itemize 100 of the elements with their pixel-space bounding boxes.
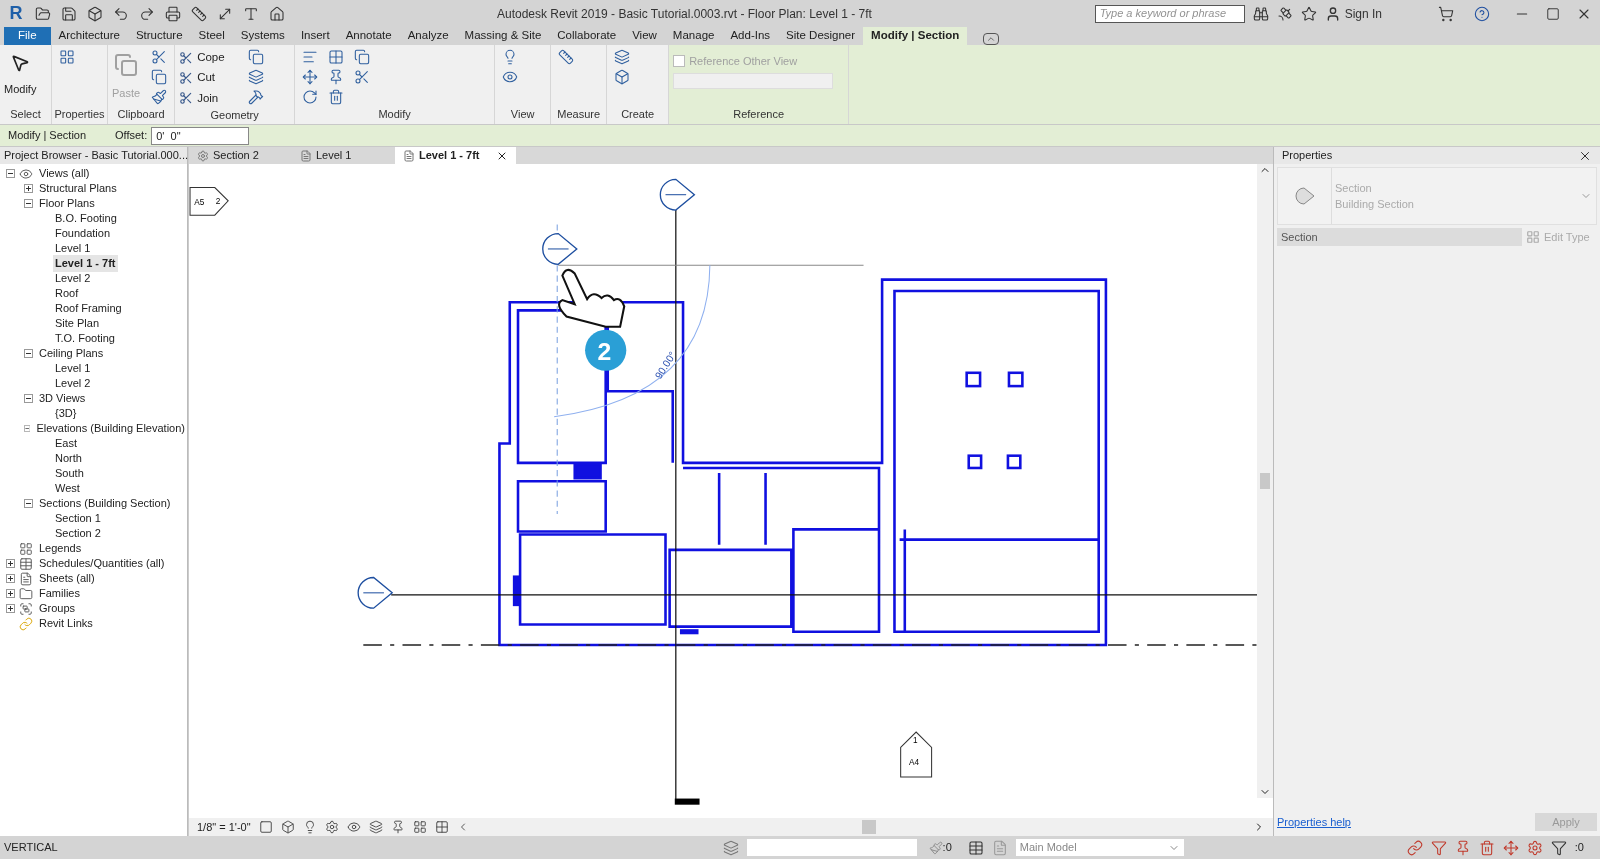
collapse-box[interactable] — [24, 349, 33, 358]
print-icon[interactable] — [165, 5, 181, 22]
expand-box[interactable] — [6, 559, 15, 568]
tree-item[interactable]: Revit Links — [37, 615, 95, 632]
ribbon-tab[interactable]: Systems — [232, 27, 293, 45]
tree-item[interactable]: Groups — [37, 600, 78, 617]
selection-option-icon[interactable] — [1502, 839, 1519, 856]
tree-item[interactable]: Schedules/Quantities (all) — [37, 555, 167, 572]
properties-help-link[interactable]: Properties help — [1277, 813, 1351, 831]
view-control-icon[interactable] — [368, 820, 383, 834]
instance-dropdown[interactable]: Section — [1277, 228, 1522, 246]
offset-field[interactable]: 0' 0" — [151, 126, 250, 145]
panel-label[interactable]: Create — [607, 105, 669, 124]
cart-icon[interactable] — [1438, 5, 1454, 22]
help-icon[interactable] — [1474, 5, 1490, 22]
tree-item[interactable]: East — [53, 435, 79, 452]
tree-item[interactable]: Ceiling Plans — [37, 345, 106, 362]
tree-item[interactable]: Floor Plans — [37, 195, 97, 212]
tree-item[interactable]: Sections (Building Section) — [37, 495, 173, 512]
tree-item[interactable]: Views (all) — [37, 165, 92, 182]
selection-option-icon[interactable] — [1430, 839, 1447, 856]
ribbon-tab[interactable]: Architecture — [50, 27, 128, 45]
tree-item[interactable]: 3D Views — [37, 390, 88, 407]
tree-item[interactable]: Roof Framing — [53, 300, 124, 317]
sign-in-button[interactable]: Sign In — [1324, 4, 1382, 23]
tree-item[interactable]: {3D} — [53, 405, 79, 422]
grid-line[interactable] — [675, 209, 677, 801]
house-icon[interactable] — [269, 5, 285, 22]
panel-label[interactable]: Select — [0, 105, 51, 124]
ribbon-tab[interactable]: File — [4, 27, 51, 45]
view-control-icon[interactable] — [324, 820, 339, 834]
tree-item[interactable]: B.O. Footing — [53, 210, 119, 227]
expand-box[interactable] — [6, 589, 15, 598]
scale-label[interactable]: 1/8" = 1'-0" — [197, 818, 251, 836]
tree-item[interactable]: Legends — [37, 540, 84, 557]
ribbon-tab[interactable]: Collaborate — [549, 27, 625, 45]
ribbon-tab[interactable]: Manage — [664, 27, 723, 45]
ribbon-tab[interactable]: Analyze — [399, 27, 457, 45]
section-head-icon[interactable] — [659, 178, 696, 211]
collapse-box[interactable] — [24, 199, 33, 208]
panel-label[interactable]: Reference — [669, 105, 849, 124]
expand-box[interactable] — [6, 604, 15, 613]
worksets-icon[interactable] — [722, 839, 739, 856]
app-logo[interactable]: R — [4, 0, 28, 27]
elevation-tag[interactable] — [189, 187, 229, 216]
binoculars-icon[interactable] — [1252, 5, 1269, 22]
maximize-icon[interactable] — [1546, 6, 1560, 21]
section-head-icon[interactable] — [357, 576, 393, 609]
ribbon-button[interactable]: Cope — [179, 49, 238, 67]
view-control-icon[interactable] — [258, 820, 273, 834]
design-options-icon[interactable] — [967, 839, 984, 856]
design-option-dropdown[interactable]: Main Model — [1015, 839, 1184, 856]
panel-label[interactable]: Modify — [295, 105, 495, 124]
ribbon-tab[interactable]: Modify | Section — [863, 27, 968, 45]
ribbon-button[interactable]: Modify — [4, 49, 37, 98]
scroll-thumb[interactable] — [1260, 473, 1270, 489]
ribbon-tab[interactable]: Add-Ins — [722, 27, 779, 45]
save-icon[interactable] — [61, 5, 77, 22]
ribbon-button[interactable]: Join — [179, 89, 238, 107]
callout-tag[interactable] — [900, 731, 933, 778]
tree-item[interactable]: Structural Plans — [37, 180, 119, 197]
panel-label[interactable]: View — [495, 105, 551, 124]
selection-option-icon[interactable] — [1478, 839, 1495, 856]
selection-option-icon[interactable] — [1526, 839, 1543, 856]
text-icon[interactable] — [243, 5, 259, 22]
ribbon-tab[interactable]: Steel — [190, 27, 233, 45]
expand-box[interactable] — [24, 184, 33, 193]
panel-label[interactable]: Properties — [52, 105, 107, 124]
tree-item[interactable]: Section 1 — [53, 510, 103, 527]
selection-option-icon[interactable] — [1406, 839, 1423, 856]
tree-item[interactable]: North — [53, 450, 84, 467]
tree-item[interactable]: Level 2 — [53, 375, 93, 392]
panel-label[interactable]: Geometry — [175, 106, 295, 126]
ribbon-button[interactable]: Cut — [179, 69, 238, 87]
ruler-icon[interactable] — [191, 5, 207, 22]
tree-item[interactable]: Level 1 - 7ft — [53, 255, 118, 272]
ribbon-tab[interactable]: Site Designer — [778, 27, 864, 45]
collapse-box[interactable] — [24, 394, 33, 403]
tree-item[interactable]: South — [53, 465, 86, 482]
tree-item[interactable]: Elevations (Building Elevation) — [34, 420, 187, 437]
ribbon-tab[interactable]: Massing & Site — [456, 27, 550, 45]
filter-icon[interactable] — [1550, 839, 1567, 856]
search-field[interactable]: Type a keyword or phrase — [1094, 4, 1245, 23]
panel-label[interactable]: Measure — [551, 105, 607, 124]
collapse-box[interactable] — [6, 169, 15, 178]
tree-item[interactable]: West — [53, 480, 82, 497]
redo-icon[interactable] — [139, 5, 155, 22]
ribbon-tab[interactable]: Structure — [127, 27, 191, 45]
expand-box[interactable] — [6, 574, 15, 583]
tree-item[interactable]: Level 2 — [53, 270, 93, 287]
view-control-icon[interactable] — [390, 820, 405, 834]
ribbon-tab[interactable]: Annotate — [337, 27, 400, 45]
panel-label[interactable]: Clipboard — [108, 105, 175, 124]
satellite-icon[interactable] — [1276, 5, 1293, 22]
view-control-icon[interactable] — [434, 820, 449, 834]
tree-item[interactable]: T.O. Footing — [53, 330, 117, 347]
view-control-icon[interactable] — [280, 820, 295, 834]
view-control-icon[interactable] — [412, 820, 427, 834]
undo-icon[interactable] — [113, 5, 129, 22]
tree-item[interactable]: Section 2 — [53, 525, 103, 542]
